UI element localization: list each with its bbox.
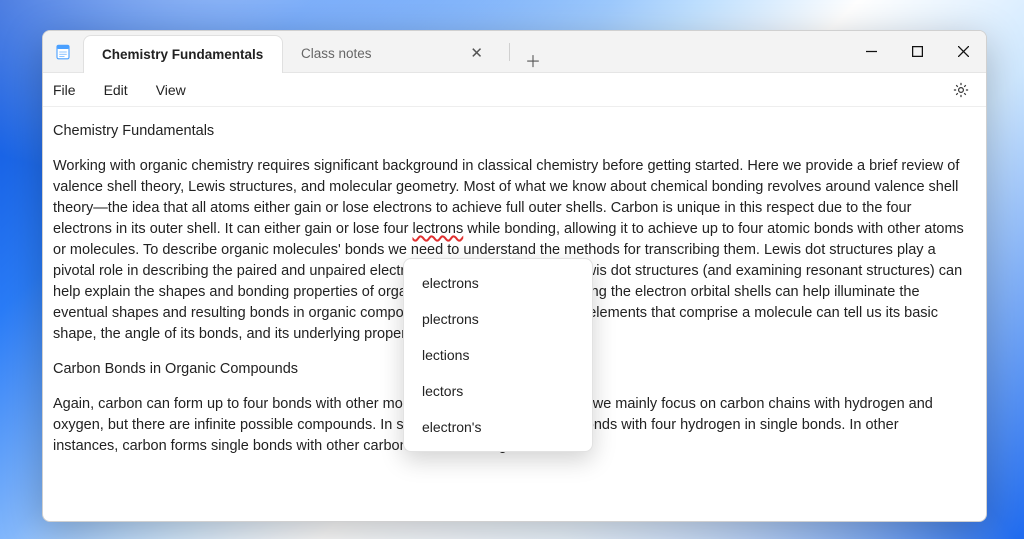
doc-heading: Chemistry Fundamentals <box>53 121 966 142</box>
tab-strip: Chemistry Fundamentals Class notes ✕ ＋ <box>83 31 848 72</box>
spellcheck-suggestions-menu: electrons plectrons lections lectors ele… <box>403 258 593 452</box>
tab-active[interactable]: Chemistry Fundamentals <box>83 35 283 73</box>
suggestion-item[interactable]: lections <box>404 337 592 373</box>
maximize-button[interactable] <box>894 36 940 68</box>
tab-inactive[interactable]: Class notes ✕ <box>283 34 503 72</box>
menu-file[interactable]: File <box>53 82 76 98</box>
suggestion-item[interactable]: lectors <box>404 373 592 409</box>
menu-view[interactable]: View <box>156 82 186 98</box>
tab-separator <box>509 43 510 61</box>
spelling-error[interactable]: lectrons <box>412 221 463 237</box>
suggestion-item[interactable]: plectrons <box>404 301 592 337</box>
minimize-button[interactable] <box>848 36 894 68</box>
tab-title: Chemistry Fundamentals <box>102 47 263 62</box>
settings-button[interactable] <box>946 81 976 99</box>
window-controls <box>848 31 986 72</box>
new-tab-button[interactable]: ＋ <box>516 48 550 72</box>
close-window-button[interactable] <box>940 36 986 68</box>
notepad-app-icon <box>43 31 83 72</box>
menubar: File Edit View <box>43 73 986 107</box>
suggestion-item[interactable]: electrons <box>404 265 592 301</box>
suggestion-item[interactable]: electron's <box>404 409 592 445</box>
close-tab-icon[interactable]: ✕ <box>466 42 487 64</box>
gear-icon <box>952 81 970 99</box>
tab-title: Class notes <box>301 46 372 61</box>
titlebar: Chemistry Fundamentals Class notes ✕ ＋ <box>43 31 986 73</box>
menu-edit[interactable]: Edit <box>104 82 128 98</box>
